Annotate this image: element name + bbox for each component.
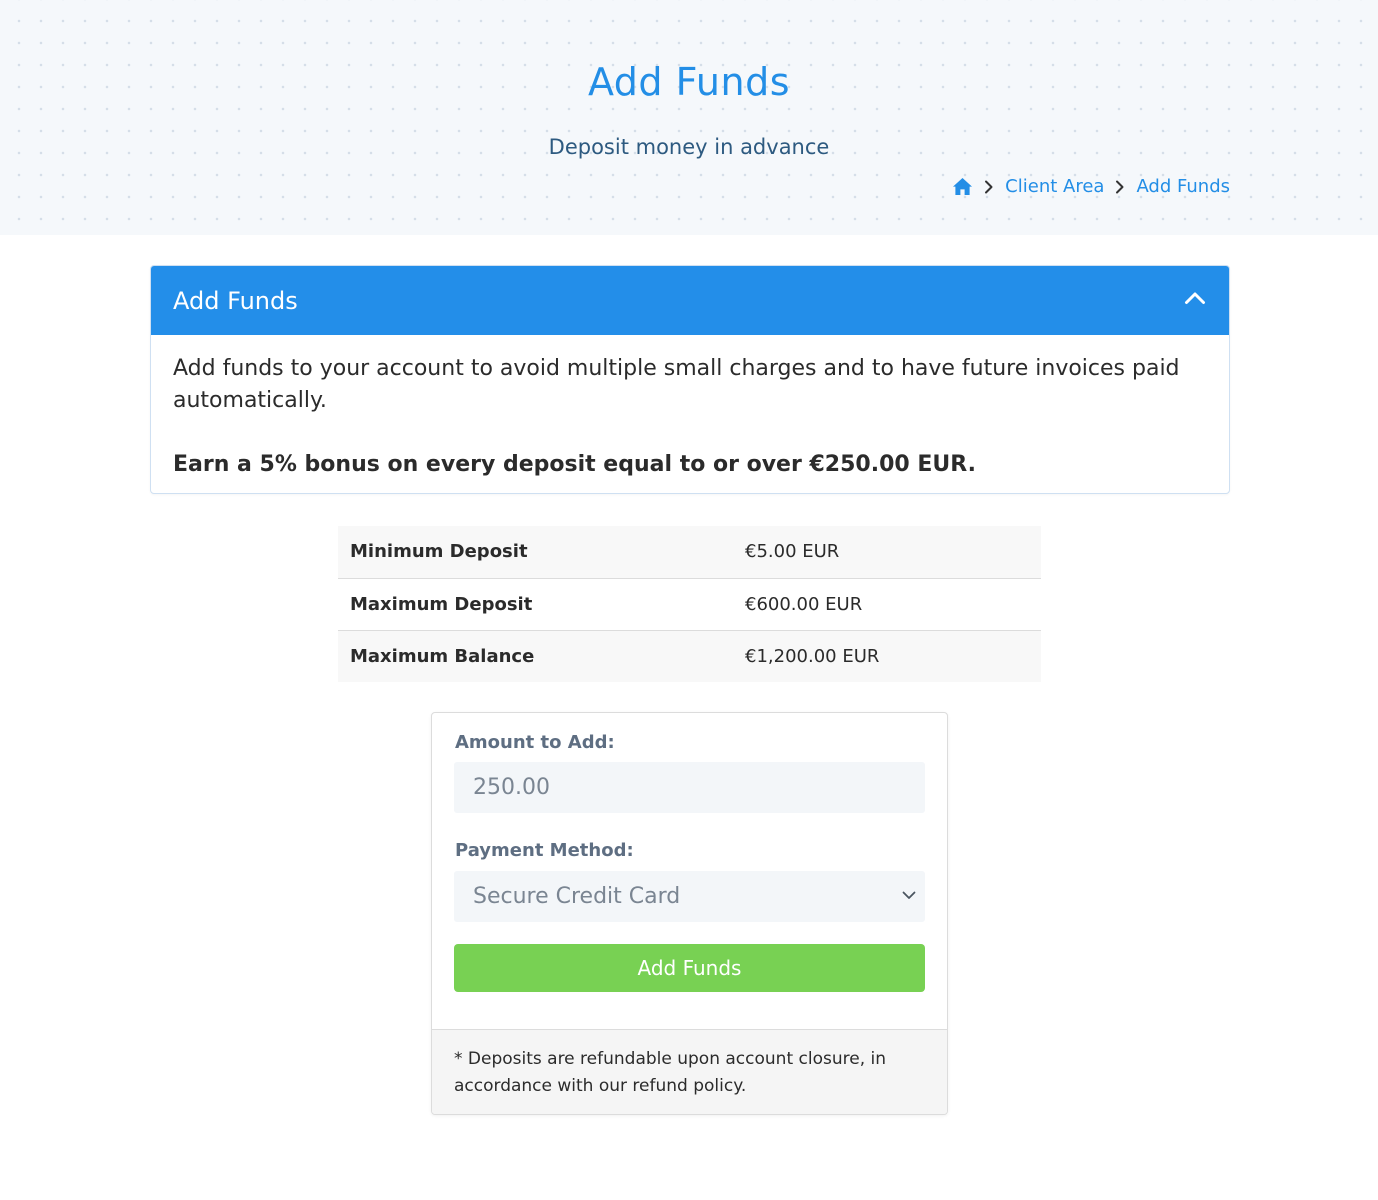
collapse-toggle[interactable] <box>1181 284 1209 312</box>
limit-value: €600.00 EUR <box>733 577 1041 630</box>
breadcrumb: Client Area Add Funds <box>952 176 1230 197</box>
panel-body: Add funds to your account to avoid multi… <box>151 335 1229 481</box>
bonus-notice: Earn a 5% bonus on every deposit equal t… <box>173 452 976 477</box>
chevron-right-icon <box>1104 180 1136 194</box>
deposit-limits-table: Minimum Deposit €5.00 EUR Maximum Deposi… <box>338 526 1041 682</box>
panel-header[interactable]: Add Funds <box>151 266 1229 335</box>
table-row: Minimum Deposit €5.00 EUR <box>338 526 1041 578</box>
limit-label: Maximum Deposit <box>338 577 733 630</box>
payment-method-select[interactable]: Secure Credit Card <box>454 871 925 922</box>
amount-label: Amount to Add: <box>455 732 615 753</box>
table-row: Maximum Deposit €600.00 EUR <box>338 577 1041 630</box>
page-subtitle: Deposit money in advance <box>548 135 830 159</box>
refund-footnote: * Deposits are refundable upon account c… <box>432 1029 947 1114</box>
add-funds-button[interactable]: Add Funds <box>454 944 925 992</box>
chevron-up-icon <box>1185 292 1205 304</box>
page-header: Add Funds Deposit money in advance Clien… <box>0 0 1378 235</box>
amount-input[interactable] <box>454 762 925 813</box>
table-row: Maximum Balance €1,200.00 EUR <box>338 629 1041 682</box>
limit-value: €1,200.00 EUR <box>733 629 1041 682</box>
breadcrumb-add-funds[interactable]: Add Funds <box>1136 176 1230 197</box>
limit-label: Maximum Balance <box>338 629 733 682</box>
payment-method-label: Payment Method: <box>455 840 634 861</box>
limit-value: €5.00 EUR <box>745 541 840 563</box>
home-icon <box>953 178 973 195</box>
payment-method-value: Secure Credit Card <box>473 884 681 909</box>
chevron-right-icon <box>973 180 1005 194</box>
chevron-down-icon <box>902 891 916 899</box>
page-title: Add Funds <box>587 60 790 104</box>
panel-title: Add Funds <box>173 287 298 315</box>
panel-description: Add funds to your account to avoid multi… <box>173 356 1180 413</box>
add-funds-form: Amount to Add: Payment Method: Secure Cr… <box>431 712 948 1115</box>
breadcrumb-client-area[interactable]: Client Area <box>1005 176 1104 197</box>
add-funds-panel: Add Funds Add funds to your account to a… <box>150 265 1230 494</box>
limit-label: Minimum Deposit <box>350 541 528 563</box>
breadcrumb-home[interactable] <box>952 177 973 196</box>
